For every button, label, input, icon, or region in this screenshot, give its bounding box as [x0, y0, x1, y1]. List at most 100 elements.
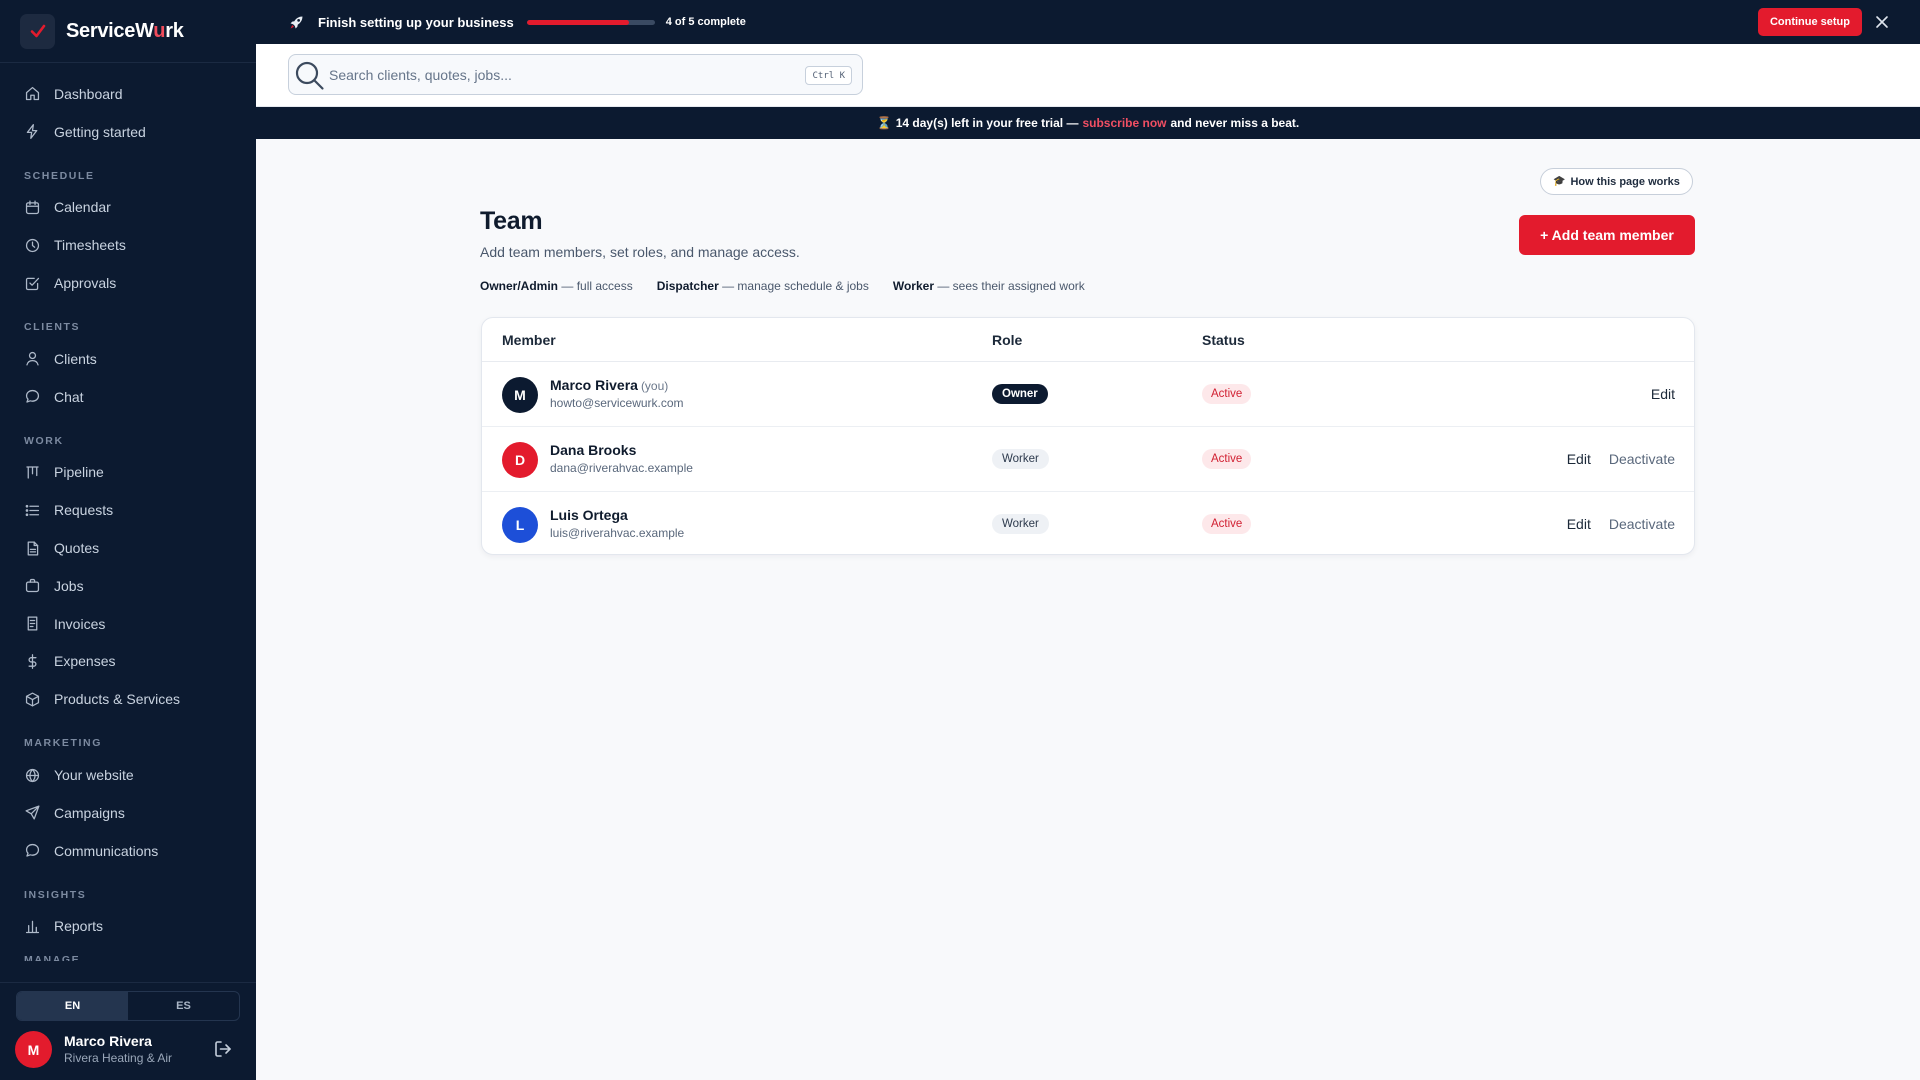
sidebar-item-getting-started[interactable]: Getting started [0, 113, 256, 151]
brand-name: ServiceWurk [66, 19, 184, 42]
sidebar-item-communications[interactable]: Communications [0, 832, 256, 870]
sidebar-item-label: Timesheets [54, 237, 126, 254]
sidebar-item-chat[interactable]: Chat [0, 378, 256, 416]
avatar[interactable]: M [15, 1031, 52, 1068]
continue-setup-button[interactable]: Continue setup [1757, 8, 1862, 36]
sidebar-item-clients[interactable]: Clients [0, 340, 256, 378]
user-name: Marco Rivera [64, 1033, 152, 1049]
row-actions: Edit Deactivate [1567, 516, 1675, 532]
sidebar-nav: Dashboard Getting started SCHEDULE Calendar… [0, 63, 256, 961]
sidebar-item-label: Jobs [54, 577, 84, 594]
role-badge: Worker [992, 449, 1049, 469]
logout-icon[interactable] [213, 1039, 233, 1059]
box-icon [25, 692, 40, 707]
edit-button[interactable]: Edit [1567, 451, 1591, 467]
sidebar-section-marketing: MARKETING [24, 737, 102, 750]
graduation-cap-icon: 🎓 [1553, 176, 1566, 187]
sidebar-item-calendar[interactable]: Calendar [0, 189, 256, 227]
sidebar-item-pipeline[interactable]: Pipeline [0, 454, 256, 492]
sidebar-item-approvals[interactable]: Approvals [0, 264, 256, 302]
language-es-button[interactable]: ES [128, 992, 239, 1020]
dollar-icon [28, 654, 37, 669]
table-row: M Marco Rivera (you) howto@servicewurk.com O… [482, 362, 1694, 427]
sidebar-item-expenses[interactable]: Expenses [0, 643, 256, 681]
calendar-icon [25, 200, 40, 215]
sidebar-item-label: Reports [54, 918, 104, 935]
sidebar-item-label: Getting started [54, 123, 146, 140]
row-actions: Edit Deactivate [1567, 451, 1675, 467]
page-subtitle: Add team members, set roles, and manage … [480, 244, 800, 260]
how-this-page-works-button[interactable]: 🎓 How this page works [1540, 168, 1693, 195]
role-badge: Owner [992, 384, 1048, 404]
sidebar-item-timesheets[interactable]: Timesheets [0, 226, 256, 264]
sidebar-item-label: Chat [54, 388, 84, 405]
chat-bubble-icon [25, 390, 40, 403]
bar-chart-icon [25, 920, 40, 934]
sidebar-item-dashboard[interactable]: Dashboard [0, 75, 256, 113]
sidebar-footer: EN ES M Marco Rivera Rivera Heating & Ai… [0, 982, 256, 1080]
member-name: Marco Rivera (you) [550, 377, 669, 393]
rocket-icon [290, 16, 303, 28]
deactivate-button[interactable]: Deactivate [1609, 451, 1675, 467]
edit-button[interactable]: Edit [1567, 516, 1591, 532]
role-legend-worker: Worker — sees their assigned work [892, 279, 1085, 293]
clock-icon [25, 238, 40, 252]
row-actions: Edit [1651, 386, 1675, 402]
roles-legend: Owner/Admin — full access Dispatcher — m… [480, 279, 1085, 293]
table-row: L Luis Ortega luis@riverahvac.example Worke… [482, 492, 1694, 554]
language-en-button[interactable]: EN [17, 992, 128, 1020]
sidebar-item-label: Calendar [54, 199, 111, 216]
search-icon [295, 61, 324, 90]
sidebar-item-jobs[interactable]: Jobs [0, 567, 256, 605]
invoice-icon [27, 616, 38, 631]
send-icon [25, 805, 40, 820]
subscribe-now-link[interactable]: subscribe now [1082, 116, 1166, 130]
search-box[interactable]: Ctrl K [288, 54, 863, 95]
sidebar-item-label: Dashboard [54, 85, 123, 102]
kanban-icon [26, 466, 39, 479]
setup-title: Finish setting up your business [318, 14, 514, 30]
sidebar-section-insights: INSIGHTS [24, 888, 87, 901]
sidebar-item-campaigns[interactable]: Campaigns [0, 794, 256, 832]
avatar: D [502, 442, 538, 478]
home-icon [25, 87, 40, 101]
trial-text-a: day(s) left in your free trial — [912, 116, 1079, 130]
setup-progress-fill [526, 19, 630, 25]
sidebar-item-your-website[interactable]: Your website [0, 756, 256, 794]
bolt-icon [26, 124, 38, 140]
deactivate-button[interactable]: Deactivate [1609, 516, 1675, 532]
column-header-status: Status [1202, 332, 1245, 348]
status-badge: Active [1202, 514, 1252, 534]
briefcase-icon [25, 579, 40, 593]
sidebar-item-reports[interactable]: Reports [0, 908, 256, 946]
sidebar-item-invoices[interactable]: Invoices [0, 605, 256, 643]
message-icon [25, 844, 40, 857]
setup-progress-bar [526, 19, 655, 25]
sidebar-item-label: Your website [54, 767, 134, 784]
close-icon[interactable] [1874, 14, 1890, 30]
sidebar-item-requests[interactable]: Requests [0, 491, 256, 529]
sidebar-item-label: Approvals [54, 275, 117, 292]
search-shortcut-hint: Ctrl K [805, 66, 852, 85]
add-team-member-button[interactable]: + Add team member [1519, 215, 1695, 255]
sidebar-section-clients: CLIENTS [24, 320, 81, 333]
sidebar-item-label: Products & Services [54, 691, 181, 708]
sidebar-section-work: WORK [24, 434, 64, 447]
sidebar-item-label: Campaigns [54, 804, 125, 821]
brand[interactable]: ServiceWurk [0, 0, 256, 63]
member-email: dana@riverahvac.example [550, 461, 693, 475]
team-table: Member Role Status M Marco Rivera (you) how… [481, 317, 1695, 555]
sidebar: ServiceWurk Dashboard Getting started SCHE… [0, 0, 256, 1080]
sidebar-section-schedule: SCHEDULE [24, 169, 95, 182]
status-badge: Active [1202, 384, 1252, 404]
sidebar-item-label: Invoices [54, 615, 106, 632]
search-input[interactable] [329, 66, 789, 83]
sidebar-item-quotes[interactable]: Quotes [0, 529, 256, 567]
setup-bar: Finish setting up your business 4 of 5 c… [256, 0, 1920, 44]
sidebar-item-products-and-services[interactable]: Products & Services [0, 680, 256, 718]
edit-button[interactable]: Edit [1651, 386, 1675, 402]
member-email: luis@riverahvac.example [550, 526, 685, 540]
trial-text-b: and never miss a beat. [1170, 116, 1300, 130]
check-square-icon [25, 277, 40, 290]
sidebar-item-label: Requests [54, 502, 114, 519]
